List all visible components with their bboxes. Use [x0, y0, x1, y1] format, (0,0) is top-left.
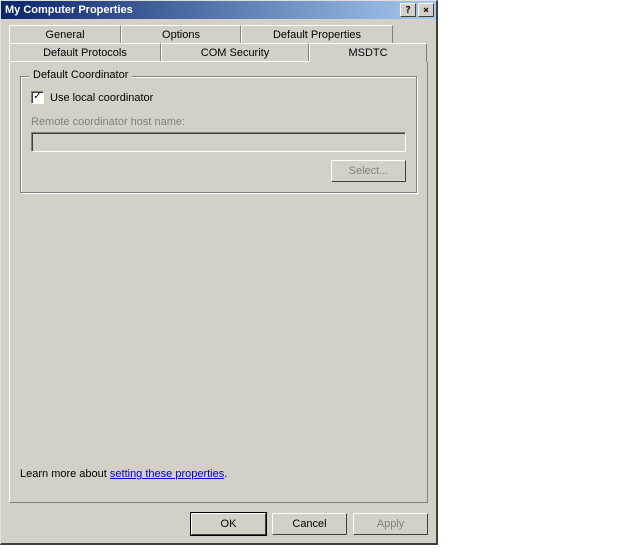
tabstrip: General Options Default Properties Defau… — [9, 25, 428, 63]
use-local-coordinator-checkbox[interactable]: ✓ — [31, 91, 44, 104]
use-local-coordinator-row: ✓ Use local coordinator — [31, 91, 406, 104]
cancel-button[interactable]: Cancel — [272, 513, 347, 535]
window-title: My Computer Properties — [3, 4, 398, 16]
client-area: General Options Default Properties Defau… — [1, 19, 436, 543]
tab-row-2: Default Protocols COM Security MSDTC — [9, 43, 428, 62]
learn-prefix: Learn more about — [20, 468, 110, 480]
help-button[interactable]: ? — [400, 3, 416, 17]
tab-default-properties[interactable]: Default Properties — [241, 25, 393, 44]
tab-default-protocols[interactable]: Default Protocols — [9, 43, 161, 62]
tab-com-security[interactable]: COM Security — [161, 43, 309, 62]
button-label: Cancel — [292, 518, 326, 530]
button-label: OK — [221, 518, 237, 530]
tab-msdtc[interactable]: MSDTC — [309, 43, 427, 62]
button-label: Apply — [377, 518, 405, 530]
default-coordinator-group: Default Coordinator ✓ Use local coordina… — [20, 76, 417, 193]
tab-options[interactable]: Options — [121, 25, 241, 44]
titlebar[interactable]: My Computer Properties ? × — [1, 1, 436, 19]
check-icon: ✓ — [33, 92, 41, 102]
close-icon: × — [423, 5, 429, 16]
remote-host-input — [31, 132, 406, 152]
learn-more: Learn more about setting these propertie… — [20, 468, 227, 480]
tab-label: General — [45, 29, 84, 41]
properties-window: My Computer Properties ? × General Optio… — [0, 0, 438, 545]
titlebar-button-group: ? × — [398, 3, 434, 17]
tab-label: Default Properties — [273, 29, 361, 41]
use-local-coordinator-label: Use local coordinator — [50, 92, 153, 104]
tab-row-1: General Options Default Properties — [9, 25, 428, 44]
select-button: Select... — [331, 160, 406, 182]
apply-button: Apply — [353, 513, 428, 535]
tab-general[interactable]: General — [9, 25, 121, 44]
close-button[interactable]: × — [418, 3, 434, 17]
tab-label: Options — [162, 29, 200, 41]
ok-button[interactable]: OK — [191, 513, 266, 535]
tab-label: MSDTC — [348, 47, 387, 59]
tab-panel-msdtc: Default Coordinator ✓ Use local coordina… — [9, 62, 428, 503]
tab-label: COM Security — [201, 47, 269, 59]
tab-label: Default Protocols — [43, 47, 127, 59]
select-row: Select... — [31, 160, 406, 182]
button-label: Select... — [349, 165, 389, 177]
tab-filler — [393, 25, 428, 44]
learn-link[interactable]: setting these properties — [110, 468, 224, 480]
help-icon: ? — [405, 5, 411, 16]
group-title: Default Coordinator — [29, 69, 132, 81]
dialog-buttons: OK Cancel Apply — [191, 513, 428, 535]
learn-suffix: . — [224, 468, 227, 480]
remote-host-label: Remote coordinator host name: — [31, 116, 406, 128]
